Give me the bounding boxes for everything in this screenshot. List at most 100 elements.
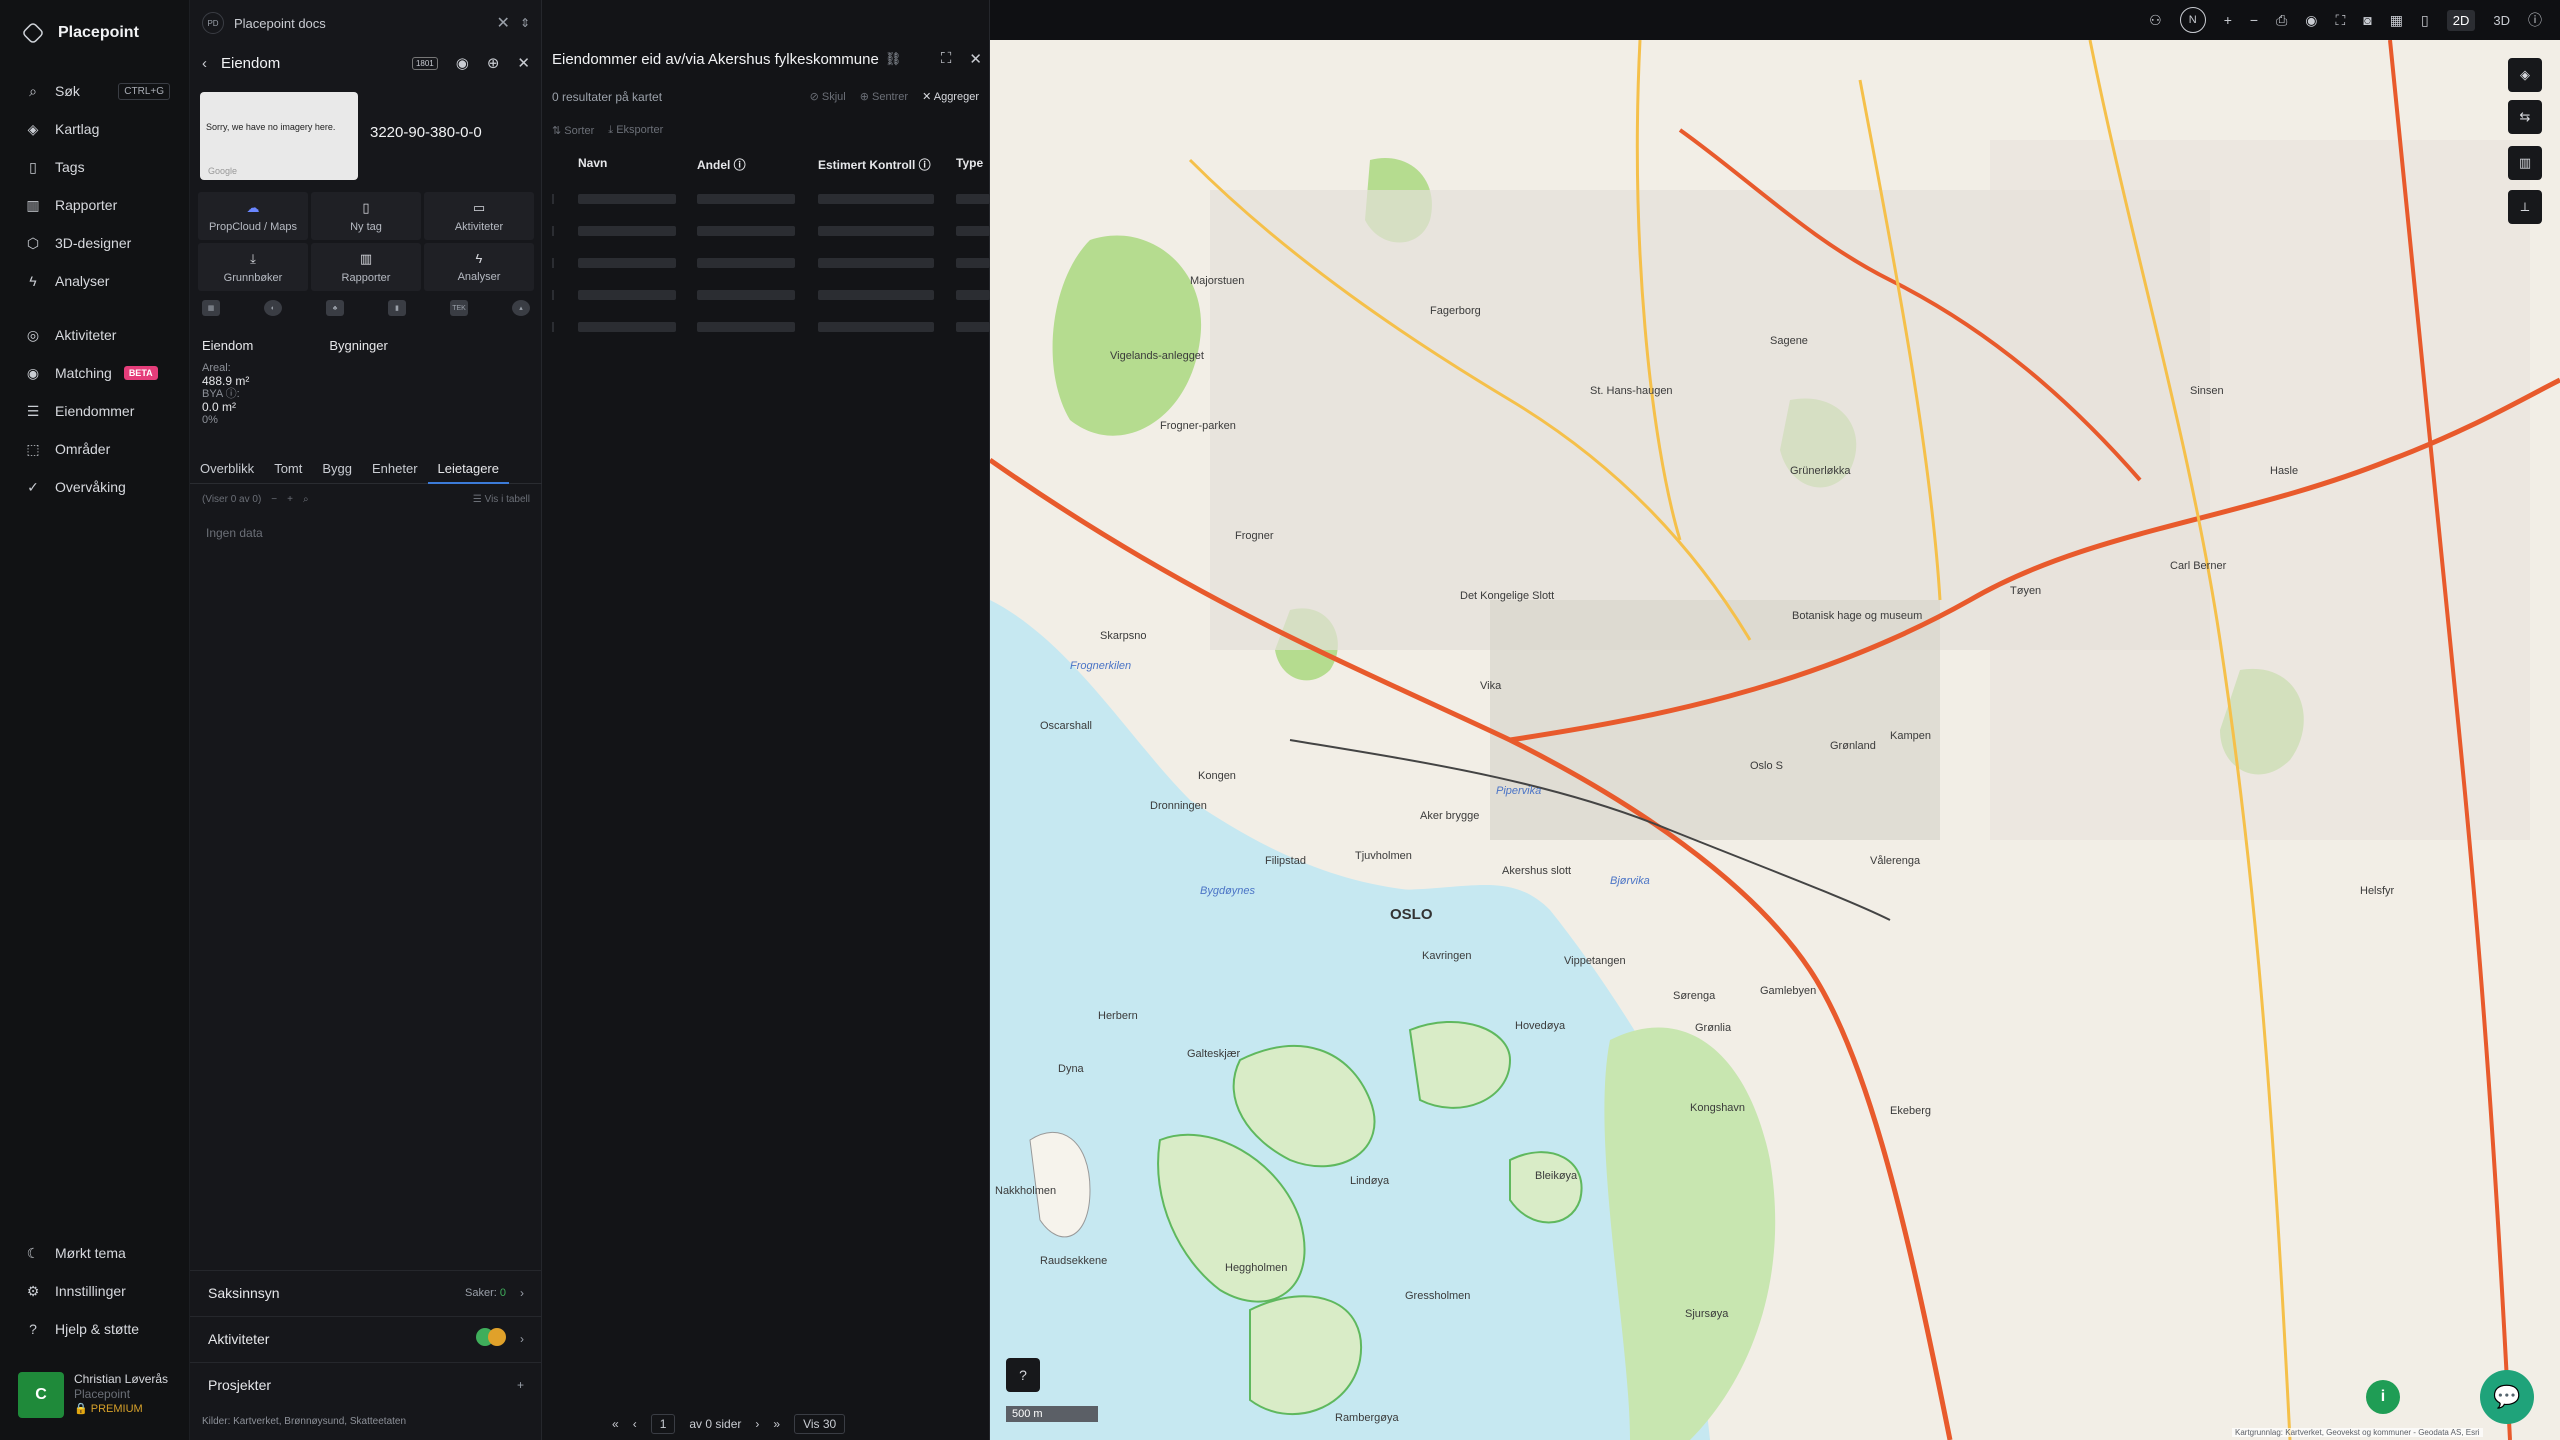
source-link[interactable]: Kartverket, xyxy=(233,1416,281,1427)
map-info-button[interactable]: i xyxy=(2366,1380,2400,1414)
minus-icon[interactable]: − xyxy=(271,494,277,505)
info-icon[interactable]: ⓘ xyxy=(2528,10,2542,30)
accordion-saksinnsyn[interactable]: Saksinnsyn Saker: 0 › xyxy=(190,1270,542,1314)
compass-button[interactable]: N xyxy=(2179,7,2206,33)
col-estimert-kontroll[interactable]: Estimert Kontroll ⓘ xyxy=(818,156,931,173)
nav-item-analyser[interactable]: ϟ Analyser xyxy=(0,262,190,300)
eye-icon[interactable]: ◉ xyxy=(2305,12,2317,29)
tile-grunnboker[interactable]: ⤓ Grunnbøker xyxy=(198,243,308,291)
chevron-updown-icon[interactable]: ⇕ xyxy=(520,16,530,30)
nav-item-rapporter[interactable]: ▥ Rapporter xyxy=(0,186,190,224)
nav-item-matching[interactable]: ◉ Matching BETA xyxy=(0,354,190,392)
aggregate-button[interactable]: ✕ Aggreger xyxy=(922,90,979,103)
grid-icon[interactable]: ▦ xyxy=(2390,12,2403,29)
last-page-icon[interactable]: » xyxy=(773,1417,780,1431)
first-page-icon[interactable]: « xyxy=(612,1417,619,1431)
col-navn[interactable]: Navn xyxy=(578,156,607,170)
expand-icon[interactable]: ⛶ xyxy=(941,50,952,68)
next-page-icon[interactable]: › xyxy=(755,1417,759,1431)
hide-button[interactable]: ⊘ Skjul xyxy=(810,90,846,103)
street-view-thumbnail[interactable]: Sorry, we have no imagery here. Google xyxy=(200,92,358,180)
tile-reports[interactable]: ▥ Rapporter xyxy=(311,243,421,291)
center-button[interactable]: ⊕ Sentrer xyxy=(860,90,908,103)
sort-button[interactable]: ⇅ Sorter xyxy=(552,124,594,137)
map-label: Heggholmen xyxy=(1225,1262,1288,1274)
col-andel[interactable]: Andel ⓘ xyxy=(697,156,746,173)
map-label: St. Hans-haugen xyxy=(1590,385,1673,397)
brand-name: Placepoint xyxy=(58,24,139,41)
subtab-eiendom[interactable]: Eiendom xyxy=(202,338,253,353)
fullscreen-icon[interactable]: ⛶ xyxy=(2336,12,2346,29)
nav-item-omrader[interactable]: ⬚ Områder xyxy=(0,430,190,468)
print-icon[interactable]: ⎙ xyxy=(2276,12,2287,29)
tab-bygg[interactable]: Bygg xyxy=(312,460,362,484)
page-input[interactable]: 1 xyxy=(650,1414,676,1434)
close-icon[interactable]: ✕ xyxy=(517,54,530,72)
page-size-select[interactable]: Vis 30 xyxy=(794,1414,846,1434)
close-icon[interactable]: ✕ xyxy=(497,13,510,33)
nav-item-eiendommer[interactable]: ☰ Eiendommer xyxy=(0,392,190,430)
measure-button[interactable]: ⟂ xyxy=(2508,190,2542,224)
user-card[interactable]: C Christian Løverås Placepoint 🔒 PREMIUM xyxy=(18,1372,168,1418)
more-icon[interactable]: ▴ xyxy=(512,300,530,316)
chart-button[interactable]: ▥ xyxy=(2508,146,2542,180)
route-button[interactable]: ⇆ xyxy=(2508,100,2542,134)
globe-icon[interactable]: ◐ xyxy=(264,300,282,316)
close-icon[interactable]: ✕ xyxy=(969,50,982,68)
zoom-in-icon[interactable]: + xyxy=(2224,12,2232,28)
crosshair-icon[interactable]: ⊕ xyxy=(487,54,500,72)
table-view-toggle[interactable]: ☰ Vis i tabell xyxy=(473,494,530,505)
tab-leietagere[interactable]: Leietagere xyxy=(427,460,509,484)
brand[interactable]: Placepoint xyxy=(21,21,139,45)
source-link[interactable]: Brønnøysund, xyxy=(284,1416,347,1427)
map-help-button[interactable]: ? xyxy=(1006,1358,1040,1392)
nav-item-aktiviteter[interactable]: ◎ Aktiviteter xyxy=(0,316,190,354)
tek-button[interactable]: TEK xyxy=(450,300,468,316)
map-toolbar: ⚇ N + − ⎙ ◉ ⛶ ◙ ▦ ▯ 2D 3D ⓘ xyxy=(990,0,2560,40)
nav-item-3d-designer[interactable]: ⬡ 3D-designer xyxy=(0,224,190,262)
prev-page-icon[interactable]: ‹ xyxy=(633,1417,637,1431)
layers-button[interactable]: ◈ xyxy=(2508,58,2542,92)
tile-activities[interactable]: ▭ Aktiviteter xyxy=(424,192,534,240)
layers-icon: ◈ xyxy=(27,120,39,137)
mode-3d-button[interactable]: 3D xyxy=(2493,13,2510,28)
tab-tomt[interactable]: Tomt xyxy=(264,460,312,484)
camera-icon[interactable]: ◙ xyxy=(2363,12,2371,28)
tile-propcloud[interactable]: ☁ PropCloud / Maps xyxy=(198,192,308,240)
tab-enheter[interactable]: Enheter xyxy=(362,460,428,484)
robot-icon[interactable]: ⚇ xyxy=(2149,12,2162,29)
nav-item-kartlag[interactable]: ◈ Kartlag xyxy=(0,110,190,148)
source-link[interactable]: Skatteetaten xyxy=(350,1416,406,1427)
plus-icon[interactable]: + xyxy=(287,494,293,505)
tile-analyses[interactable]: ϟ Analyser xyxy=(424,243,534,291)
mode-2d-button[interactable]: 2D xyxy=(2446,9,2476,31)
eye-icon[interactable]: ◉ xyxy=(456,54,469,72)
nav-item-tags[interactable]: ▯ Tags xyxy=(0,148,190,186)
back-icon[interactable]: ‹ xyxy=(202,55,207,72)
col-type[interactable]: Type xyxy=(956,156,983,170)
workspace-selector[interactable]: PD Placepoint docs ✕ ⇕ xyxy=(202,8,530,38)
link-icon[interactable]: ⛓ xyxy=(885,51,902,67)
nav-item-search[interactable]: ⌕ Søk CTRL+G xyxy=(0,72,190,110)
map-canvas[interactable]: Majorstuen Fagerborg St. Hans-haugen Fro… xyxy=(990,40,2560,1440)
bookmark-icon[interactable]: ▯ xyxy=(2421,12,2429,29)
search-icon[interactable]: ⌕ xyxy=(303,494,309,505)
subtab-bygninger[interactable]: Bygninger xyxy=(329,338,388,353)
plus-icon[interactable]: + xyxy=(517,1378,524,1392)
leaf-icon[interactable]: ♣ xyxy=(326,300,344,316)
nav-item-dark-theme[interactable]: ☾ Mørkt tema xyxy=(0,1234,190,1272)
map-label: Aker brygge xyxy=(1420,810,1480,822)
layer-icon[interactable]: ▦ xyxy=(202,300,220,316)
nav-item-overvaking[interactable]: ✓ Overvåking xyxy=(0,468,190,506)
export-button[interactable]: ⤓ Eksporter xyxy=(608,124,663,137)
accordion-prosjekter[interactable]: Prosjekter + xyxy=(190,1362,542,1406)
zoom-out-icon[interactable]: − xyxy=(2250,12,2258,28)
tag-code-button[interactable]: 1801 xyxy=(411,56,438,70)
tab-overblikk[interactable]: Overblikk xyxy=(190,460,264,484)
accordion-aktiviteter[interactable]: Aktiviteter › xyxy=(190,1316,542,1360)
tile-new-tag[interactable]: ▯ Ny tag xyxy=(311,192,421,240)
nav-item-help[interactable]: ? Hjelp & støtte xyxy=(0,1310,190,1348)
nav-item-settings[interactable]: ⚙ Innstillinger xyxy=(0,1272,190,1310)
bars-icon[interactable]: ▮ xyxy=(388,300,406,316)
chat-support-button[interactable]: 💬 xyxy=(2480,1370,2534,1424)
